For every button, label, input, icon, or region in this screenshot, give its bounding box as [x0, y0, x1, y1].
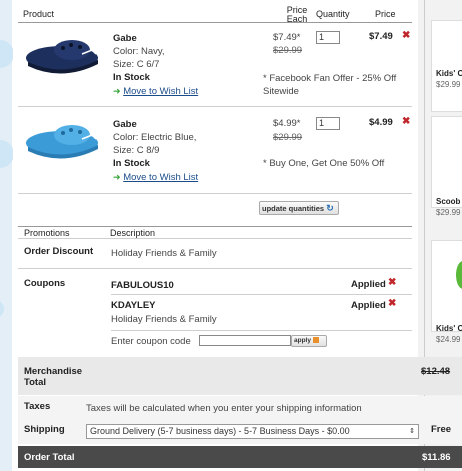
recommended-product-price: $24.99 — [436, 335, 461, 344]
apply-arrow-icon — [312, 337, 319, 344]
item-color: Color: Navy, — [113, 46, 165, 57]
quantity-input[interactable]: 1 — [316, 117, 340, 130]
apply-coupon-button[interactable]: apply — [291, 335, 327, 347]
apply-label: apply — [294, 337, 311, 344]
green-arrow-icon: ➜ — [113, 86, 121, 96]
item-total-price: $4.99 — [369, 117, 393, 128]
divider — [111, 330, 412, 331]
order-total-value: $11.86 — [422, 452, 451, 463]
item-stock-status: In Stock — [113, 72, 150, 83]
item-offer-note: * Facebook Fan Offer - 25% Off Sitewide — [263, 73, 397, 97]
update-quantities-label: update quantities — [262, 204, 325, 213]
coupon-status: Applied — [351, 279, 386, 290]
recommended-product-name[interactable]: Kids' C — [436, 324, 462, 333]
left-decor-strip — [0, 0, 14, 471]
item-original-price: $29.99 — [273, 132, 303, 143]
decor-circle — [0, 40, 14, 68]
divider — [18, 226, 412, 227]
remove-coupon-icon[interactable]: ✖ — [388, 298, 396, 309]
shipping-value: Free — [431, 424, 452, 435]
header-price-each-2: Each — [286, 14, 308, 24]
shipping-method-select[interactable]: Ground Delivery (5-7 business days) - 5-… — [86, 424, 419, 439]
item-price-each: $7.49* — [273, 32, 301, 43]
cart-table-header: Product Price Each Quantity Price — [18, 0, 412, 24]
description-column-header: Description — [110, 228, 156, 238]
recommended-product-name[interactable]: Kids' C — [436, 69, 462, 78]
divider — [18, 106, 412, 107]
taxes-label: Taxes — [24, 401, 51, 412]
move-to-wishlist[interactable]: ➜ Move to Wish List — [113, 172, 198, 183]
move-to-wishlist-link[interactable]: Move to Wish List — [123, 172, 198, 183]
item-size: Size: C 8/9 — [113, 145, 160, 156]
order-discount-label: Order Discount — [24, 246, 94, 257]
recommended-product-card[interactable] — [431, 20, 462, 112]
remove-item-icon[interactable]: ✖ — [402, 30, 410, 41]
decor-circle — [0, 300, 4, 318]
divider — [18, 238, 412, 239]
divider — [111, 294, 412, 295]
update-quantities-button[interactable]: update quantities ↻ — [259, 201, 339, 215]
coupon-code: KDAYLEY — [111, 300, 156, 311]
recommended-product-price: $29.99 — [436, 208, 461, 217]
merchandise-total-label: Merchandise Total — [24, 366, 83, 388]
remove-item-icon[interactable]: ✖ — [402, 116, 410, 127]
shipping-selected-option: Ground Delivery (5-7 business days) - 5-… — [90, 426, 350, 436]
item-stock-status: In Stock — [113, 158, 150, 169]
item-name[interactable]: Gabe — [113, 33, 137, 44]
recommended-product-card[interactable] — [431, 116, 462, 208]
merchandise-total-value: $12.48 — [421, 366, 451, 377]
promotions-column-header: Promotions — [24, 228, 70, 238]
coupon-description: Holiday Friends & Family — [111, 314, 217, 325]
coupon-code: FABULOUS10 — [111, 280, 174, 291]
order-total-row — [18, 446, 462, 468]
refresh-icon: ↻ — [326, 203, 334, 213]
item-total-price: $7.49 — [369, 31, 393, 42]
shoe-thumbnail-icon — [456, 261, 462, 289]
move-to-wishlist-link[interactable]: Move to Wish List — [123, 86, 198, 97]
coupons-label: Coupons — [24, 278, 66, 289]
taxes-note: Taxes will be calculated when you enter … — [86, 403, 362, 414]
product-image-blue-clog[interactable] — [22, 115, 102, 165]
order-total-label: Order Total — [24, 452, 75, 463]
header-product: Product — [23, 9, 55, 19]
product-image-navy-clog[interactable] — [22, 30, 102, 80]
coupon-code-input[interactable] — [199, 335, 291, 346]
item-name[interactable]: Gabe — [113, 119, 137, 130]
order-discount-description: Holiday Friends & Family — [111, 248, 217, 259]
quantity-input[interactable]: 1 — [316, 31, 340, 44]
header-price: Price — [375, 9, 396, 19]
item-original-price: $29.99 — [273, 45, 303, 56]
green-arrow-icon: ➜ — [113, 172, 121, 182]
coupon-status: Applied — [351, 300, 386, 311]
recommended-product-price: $29.99 — [436, 80, 461, 89]
header-quantity: Quantity — [316, 9, 350, 19]
move-to-wishlist[interactable]: ➜ Move to Wish List — [113, 86, 198, 97]
select-arrows-icon: ⇕ — [409, 428, 415, 435]
item-price-each: $4.99* — [273, 118, 301, 129]
item-color: Color: Electric Blue, — [113, 132, 197, 143]
divider — [18, 268, 412, 269]
item-offer-note: * Buy One, Get One 50% Off — [263, 158, 385, 169]
item-size: Size: C 6/7 — [113, 59, 160, 70]
recommended-product-name[interactable]: Scoob — [436, 197, 460, 206]
enter-coupon-label: Enter coupon code — [111, 336, 191, 347]
shipping-label: Shipping — [24, 424, 65, 435]
decor-circle — [0, 140, 14, 168]
remove-coupon-icon[interactable]: ✖ — [388, 277, 396, 288]
divider — [18, 193, 412, 194]
recommended-product-card[interactable] — [431, 240, 462, 332]
